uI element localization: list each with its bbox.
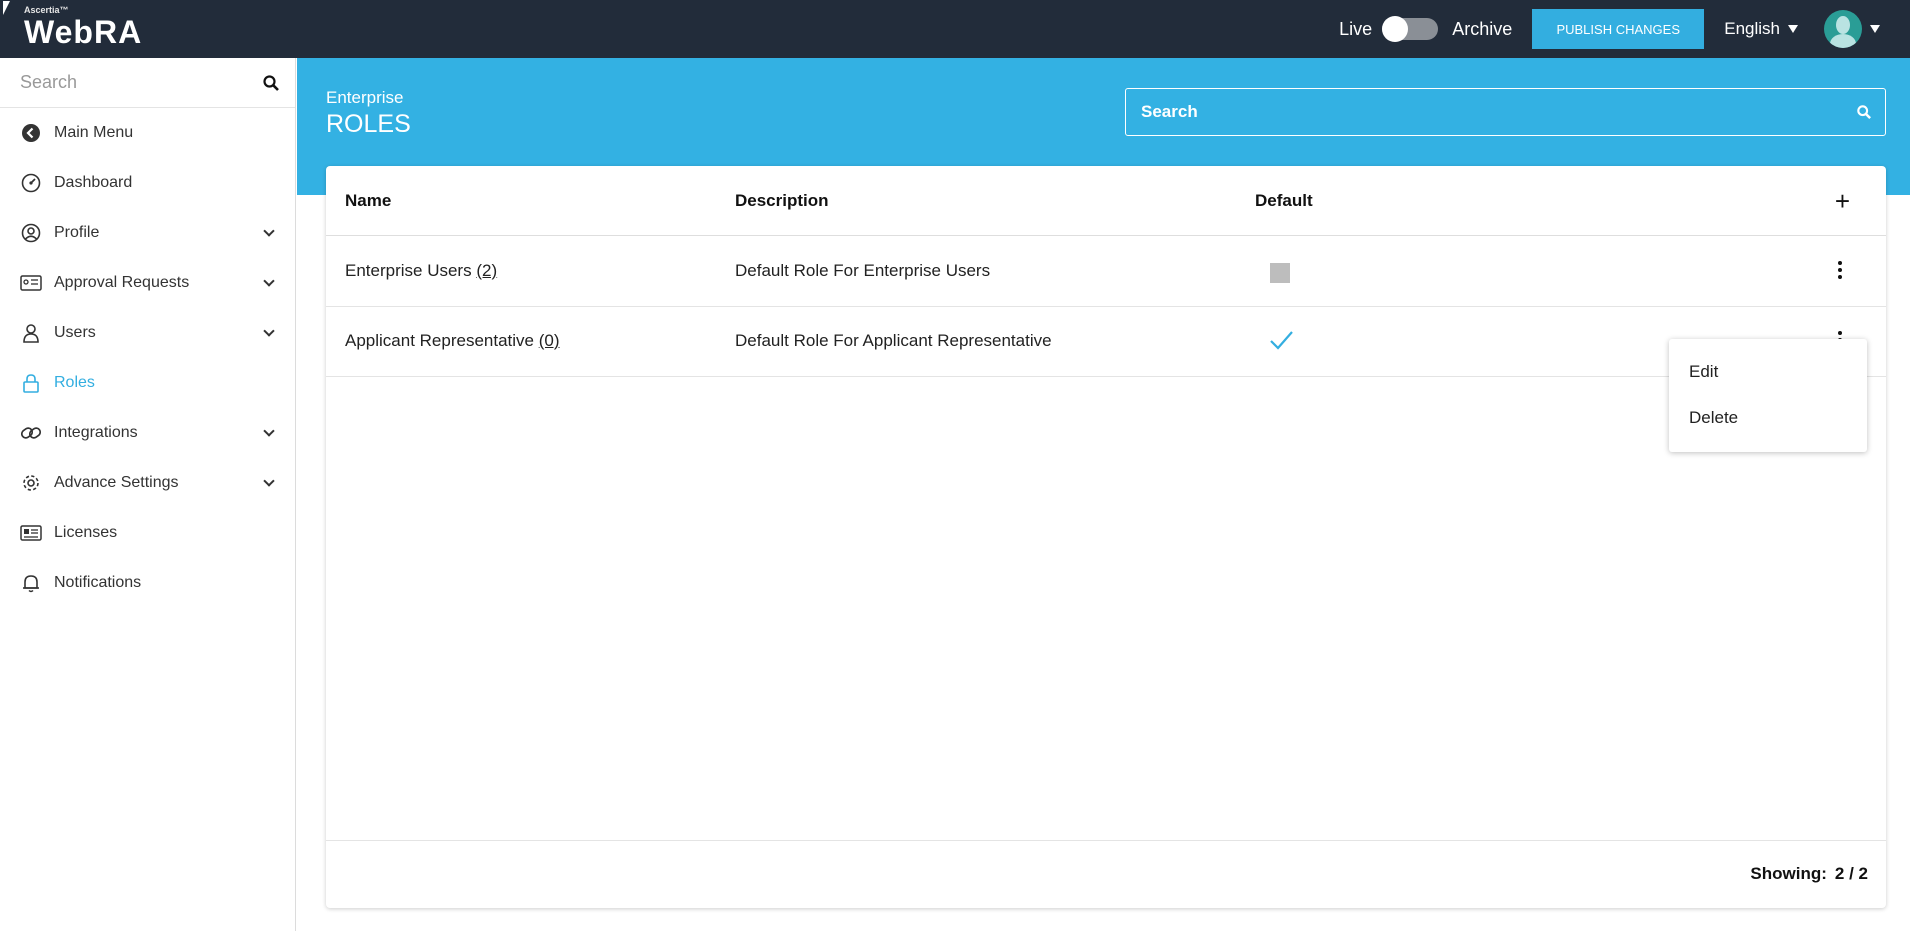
chevron-down-icon[interactable]: [263, 225, 275, 237]
sidebar-item-label: Roles: [54, 374, 95, 391]
table-row[interactable]: Enterprise Users (2) Default Role For En…: [326, 237, 1886, 307]
user-circle-icon: [20, 222, 42, 244]
row-actions-menu: Edit Delete: [1669, 339, 1867, 452]
add-role-button[interactable]: +: [1835, 188, 1850, 214]
page-title: ROLES: [326, 110, 411, 138]
check-icon: [1270, 331, 1293, 350]
pagination-info: Showing: 2 / 2: [1750, 864, 1868, 884]
sidebar-item-roles[interactable]: Roles: [0, 358, 295, 408]
search-icon[interactable]: [263, 74, 279, 91]
sidebar-item-licenses[interactable]: Licenses: [0, 508, 295, 558]
top-bar: Ascertia™ WebRA Live Archive PUBLISH CHA…: [0, 0, 1910, 58]
roles-search[interactable]: Search: [1125, 88, 1886, 136]
sidebar-item-label: Users: [54, 324, 96, 341]
roles-table-card: Name Description Default + Enterprise Us…: [326, 166, 1886, 908]
link-icon: [20, 422, 42, 444]
avatar[interactable]: [1824, 10, 1862, 48]
caret-down-icon: [1788, 25, 1798, 33]
back-circle-icon: [20, 122, 42, 144]
sidebar: Search Main Menu Dashboard Profile Appro…: [0, 58, 296, 931]
main-content: Enterprise ROLES Search Name Description…: [297, 58, 1910, 931]
search-icon[interactable]: [1857, 105, 1871, 119]
role-name-cell[interactable]: Applicant Representative (0): [345, 331, 560, 351]
logo-title: WebRA: [24, 14, 143, 50]
gear-icon: [20, 472, 42, 494]
gauge-icon: [20, 172, 42, 194]
publish-changes-button[interactable]: PUBLISH CHANGES: [1532, 9, 1705, 49]
bell-icon: [20, 572, 42, 594]
table-footer-divider: [326, 840, 1886, 841]
role-description: Default Role For Applicant Representativ…: [735, 331, 1052, 350]
column-header-name[interactable]: Name: [345, 191, 391, 211]
sidebar-item-dashboard[interactable]: Dashboard: [0, 158, 295, 208]
id-card-icon: [20, 522, 42, 544]
sidebar-item-approval-requests[interactable]: Approval Requests: [0, 258, 295, 308]
sidebar-item-integrations[interactable]: Integrations: [0, 408, 295, 458]
breadcrumb[interactable]: Enterprise: [326, 88, 403, 108]
sidebar-item-label: Advance Settings: [54, 474, 179, 491]
edit-menu-item[interactable]: Edit: [1669, 349, 1867, 395]
role-description: Default Role For Enterprise Users: [735, 261, 991, 280]
sidebar-item-label: Main Menu: [54, 124, 134, 141]
live-label: Live: [1339, 18, 1373, 39]
caret-down-icon: [1870, 25, 1880, 33]
sidebar-item-label: Licenses: [54, 524, 118, 541]
chevron-down-icon[interactable]: [263, 425, 275, 437]
showing-label: Showing:: [1750, 864, 1827, 883]
table-header: Name Description Default +: [326, 166, 1886, 236]
sidebar-item-notifications[interactable]: Notifications: [0, 558, 295, 608]
row-actions-button[interactable]: [1838, 261, 1842, 279]
sidebar-search[interactable]: Search: [0, 58, 295, 108]
column-header-description[interactable]: Description: [735, 191, 829, 211]
sidebar-item-label: Dashboard: [54, 174, 133, 191]
table-row[interactable]: Applicant Representative (0) Default Rol…: [326, 307, 1886, 377]
column-header-default[interactable]: Default: [1255, 191, 1313, 211]
role-user-count-link[interactable]: (2): [476, 261, 497, 280]
sidebar-search-input[interactable]: Search: [20, 72, 77, 93]
chevron-down-icon[interactable]: [263, 275, 275, 287]
roles-search-input[interactable]: Search: [1141, 102, 1198, 122]
sidebar-nav: Main Menu Dashboard Profile Approval Req…: [0, 108, 295, 608]
role-name: Applicant Representative: [345, 331, 535, 350]
users-icon: [20, 322, 42, 344]
approval-card-icon: [20, 272, 42, 294]
sidebar-item-advance-settings[interactable]: Advance Settings: [0, 458, 295, 508]
sidebar-item-label: Integrations: [54, 424, 138, 441]
language-select[interactable]: English: [1724, 19, 1798, 39]
live-archive-toggle[interactable]: [1382, 16, 1439, 42]
role-user-count-link[interactable]: (0): [539, 331, 560, 350]
mouse-cursor-icon: [3, 1, 10, 15]
default-unchecked-indicator: [1270, 263, 1290, 283]
chevron-down-icon[interactable]: [263, 475, 275, 487]
role-name: Enterprise Users: [345, 261, 472, 280]
sidebar-item-main-menu[interactable]: Main Menu: [0, 108, 295, 158]
role-name-cell[interactable]: Enterprise Users (2): [345, 261, 497, 281]
archive-label: Archive: [1452, 18, 1513, 39]
language-label: English: [1724, 19, 1780, 38]
showing-value: 2 / 2: [1834, 864, 1868, 883]
toggle-knob: [1382, 16, 1409, 42]
user-menu[interactable]: [1824, 10, 1880, 48]
chevron-down-icon[interactable]: [263, 325, 275, 337]
sidebar-item-label: Notifications: [54, 574, 142, 591]
delete-menu-item[interactable]: Delete: [1669, 395, 1867, 441]
lock-icon: [20, 372, 42, 394]
sidebar-item-label: Approval Requests: [54, 274, 190, 291]
sidebar-item-label: Profile: [54, 224, 100, 241]
app-logo[interactable]: Ascertia™ WebRA: [24, 5, 142, 49]
sidebar-item-users[interactable]: Users: [0, 308, 295, 358]
sidebar-item-profile[interactable]: Profile: [0, 208, 295, 258]
